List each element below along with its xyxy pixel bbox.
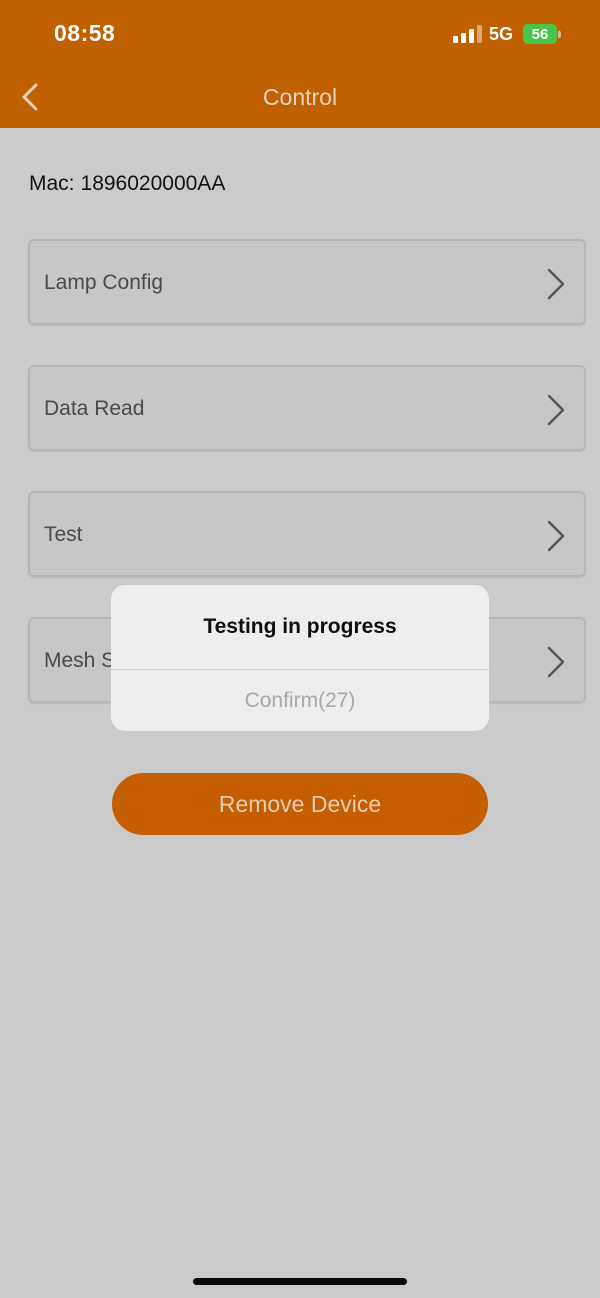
menu-item-label: Test [44, 523, 83, 546]
menu-item-lamp-config[interactable]: Lamp Config [28, 239, 586, 325]
battery-icon: 56 [523, 24, 557, 44]
menu-item-data-read[interactable]: Data Read [28, 365, 586, 451]
alert-title: Testing in progress [203, 615, 397, 638]
battery-tip [558, 31, 561, 38]
mac-address: Mac: 1896020000AA [29, 172, 225, 196]
menu-item-label: Lamp Config [44, 271, 164, 294]
mac-label: Mac: [29, 172, 75, 195]
home-indicator [193, 1278, 407, 1285]
chevron-right-icon [547, 646, 565, 678]
nav-header: 08:58 5G 56 Control [0, 0, 600, 128]
page-title: Control [262, 84, 338, 110]
status-time: 08:58 [54, 20, 116, 46]
alert-dialog: Testing in progress Confirm(27) [111, 585, 489, 731]
chevron-right-icon [547, 520, 565, 552]
battery-level: 56 [531, 25, 549, 43]
menu-item-label: Mesh S [44, 649, 116, 672]
confirm-button[interactable]: Confirm(27) [111, 670, 489, 731]
signal-icon [453, 25, 482, 43]
chevron-right-icon [547, 394, 565, 426]
menu-item-test[interactable]: Test [28, 491, 586, 577]
network-type: 5G [489, 24, 514, 44]
remove-device-button[interactable]: Remove Device [112, 773, 488, 835]
menu-item-label: Data Read [44, 397, 145, 420]
chevron-right-icon [547, 268, 565, 300]
mac-value: 1896020000AA [80, 172, 226, 195]
